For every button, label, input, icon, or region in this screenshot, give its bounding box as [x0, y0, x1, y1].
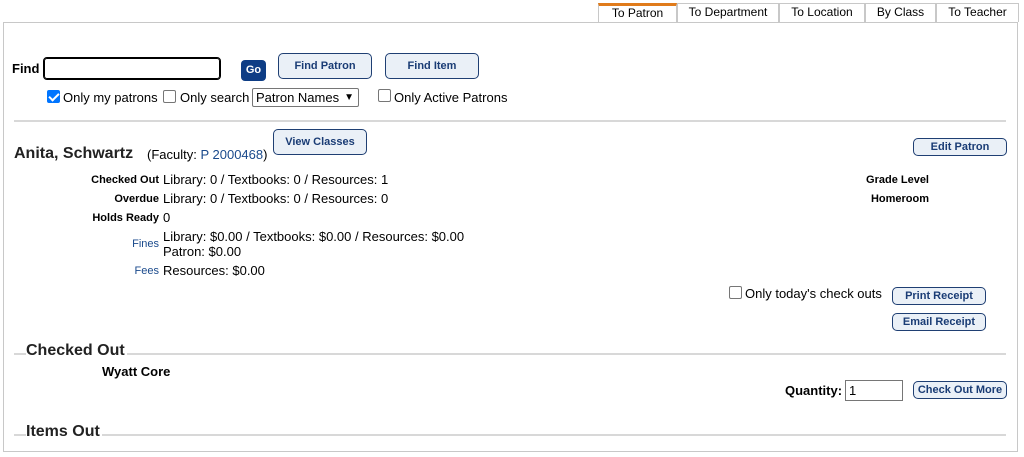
holds-ready-value: 0 [163, 210, 171, 225]
items-out-section-title: Items Out [26, 423, 102, 441]
checked-out-section-title: Checked Out [26, 342, 127, 360]
overdue-value: Library: 0 / Textbooks: 0 / Resources: 0 [163, 191, 389, 206]
quantity-label: Quantity: [785, 383, 843, 398]
patron-role-suffix: ) [263, 147, 268, 162]
only-search-label: Only search [180, 90, 250, 105]
search-type-value: Patron Names [256, 90, 340, 105]
only-my-patrons-label: Only my patrons [63, 90, 158, 105]
checked-out-item-name: Wyatt Core [102, 364, 171, 379]
patron-name: Anita, Schwartz [14, 145, 134, 162]
checked-out-label: Checked Out [91, 174, 159, 186]
only-today-label: Only today's check outs [745, 286, 882, 301]
patron-id-link[interactable]: P 2000468 [200, 147, 263, 162]
only-active-patrons-checkbox[interactable] [378, 89, 391, 102]
tab-to-patron[interactable]: To Patron [598, 3, 677, 22]
holds-ready-label: Holds Ready [92, 212, 159, 224]
email-receipt-button[interactable]: Email Receipt [892, 313, 986, 331]
only-active-patrons-label: Only Active Patrons [394, 90, 508, 105]
overdue-label: Overdue [114, 193, 159, 205]
only-my-patrons-checkbox[interactable] [47, 90, 60, 103]
fees-link[interactable]: Fees [60, 265, 159, 277]
only-search-checkbox[interactable] [163, 90, 176, 103]
print-receipt-button[interactable]: Print Receipt [892, 287, 986, 305]
patron-role: (Faculty: P 2000468) [147, 147, 267, 162]
tab-by-class[interactable]: By Class [865, 3, 936, 22]
tab-to-department[interactable]: To Department [677, 3, 779, 22]
fines-link[interactable]: Fines [60, 238, 159, 250]
find-label: Find [12, 61, 40, 76]
search-type-select[interactable]: Patron Names ▼ [252, 88, 359, 107]
tab-to-location[interactable]: To Location [779, 3, 865, 22]
tab-label: To Teacher [948, 5, 1007, 19]
find-item-button[interactable]: Find Item [385, 53, 479, 79]
checked-out-value: Library: 0 / Textbooks: 0 / Resources: 1 [163, 172, 389, 187]
check-out-more-button[interactable]: Check Out More [913, 381, 1007, 399]
divider [14, 120, 1006, 122]
tab-label: By Class [876, 5, 925, 19]
edit-patron-button[interactable]: Edit Patron [913, 138, 1007, 156]
fines-value-line1: Library: $0.00 / Textbooks: $0.00 / Reso… [163, 229, 465, 244]
quantity-input[interactable]: 1 [845, 380, 903, 401]
checked-out-divider [14, 353, 1006, 355]
tab-label: To Department [688, 5, 768, 19]
grade-level-label: Grade Level [866, 174, 929, 186]
fees-value: Resources: $0.00 [163, 263, 265, 278]
tab-to-teacher[interactable]: To Teacher [936, 3, 1019, 22]
fines-value-line2: Patron: $0.00 [163, 244, 242, 259]
go-button[interactable]: Go [241, 60, 266, 81]
homeroom-label: Homeroom [870, 193, 929, 205]
items-out-divider [14, 434, 1006, 436]
tab-label: To Patron [611, 6, 664, 20]
tab-label: To Location [791, 5, 853, 19]
view-classes-button[interactable]: View Classes [273, 129, 367, 155]
patron-role-prefix: (Faculty: [147, 147, 201, 162]
only-today-checkbox[interactable] [729, 286, 742, 299]
find-patron-button[interactable]: Find Patron [278, 53, 372, 79]
find-input[interactable] [43, 57, 221, 80]
chevron-down-icon: ▼ [344, 92, 354, 103]
